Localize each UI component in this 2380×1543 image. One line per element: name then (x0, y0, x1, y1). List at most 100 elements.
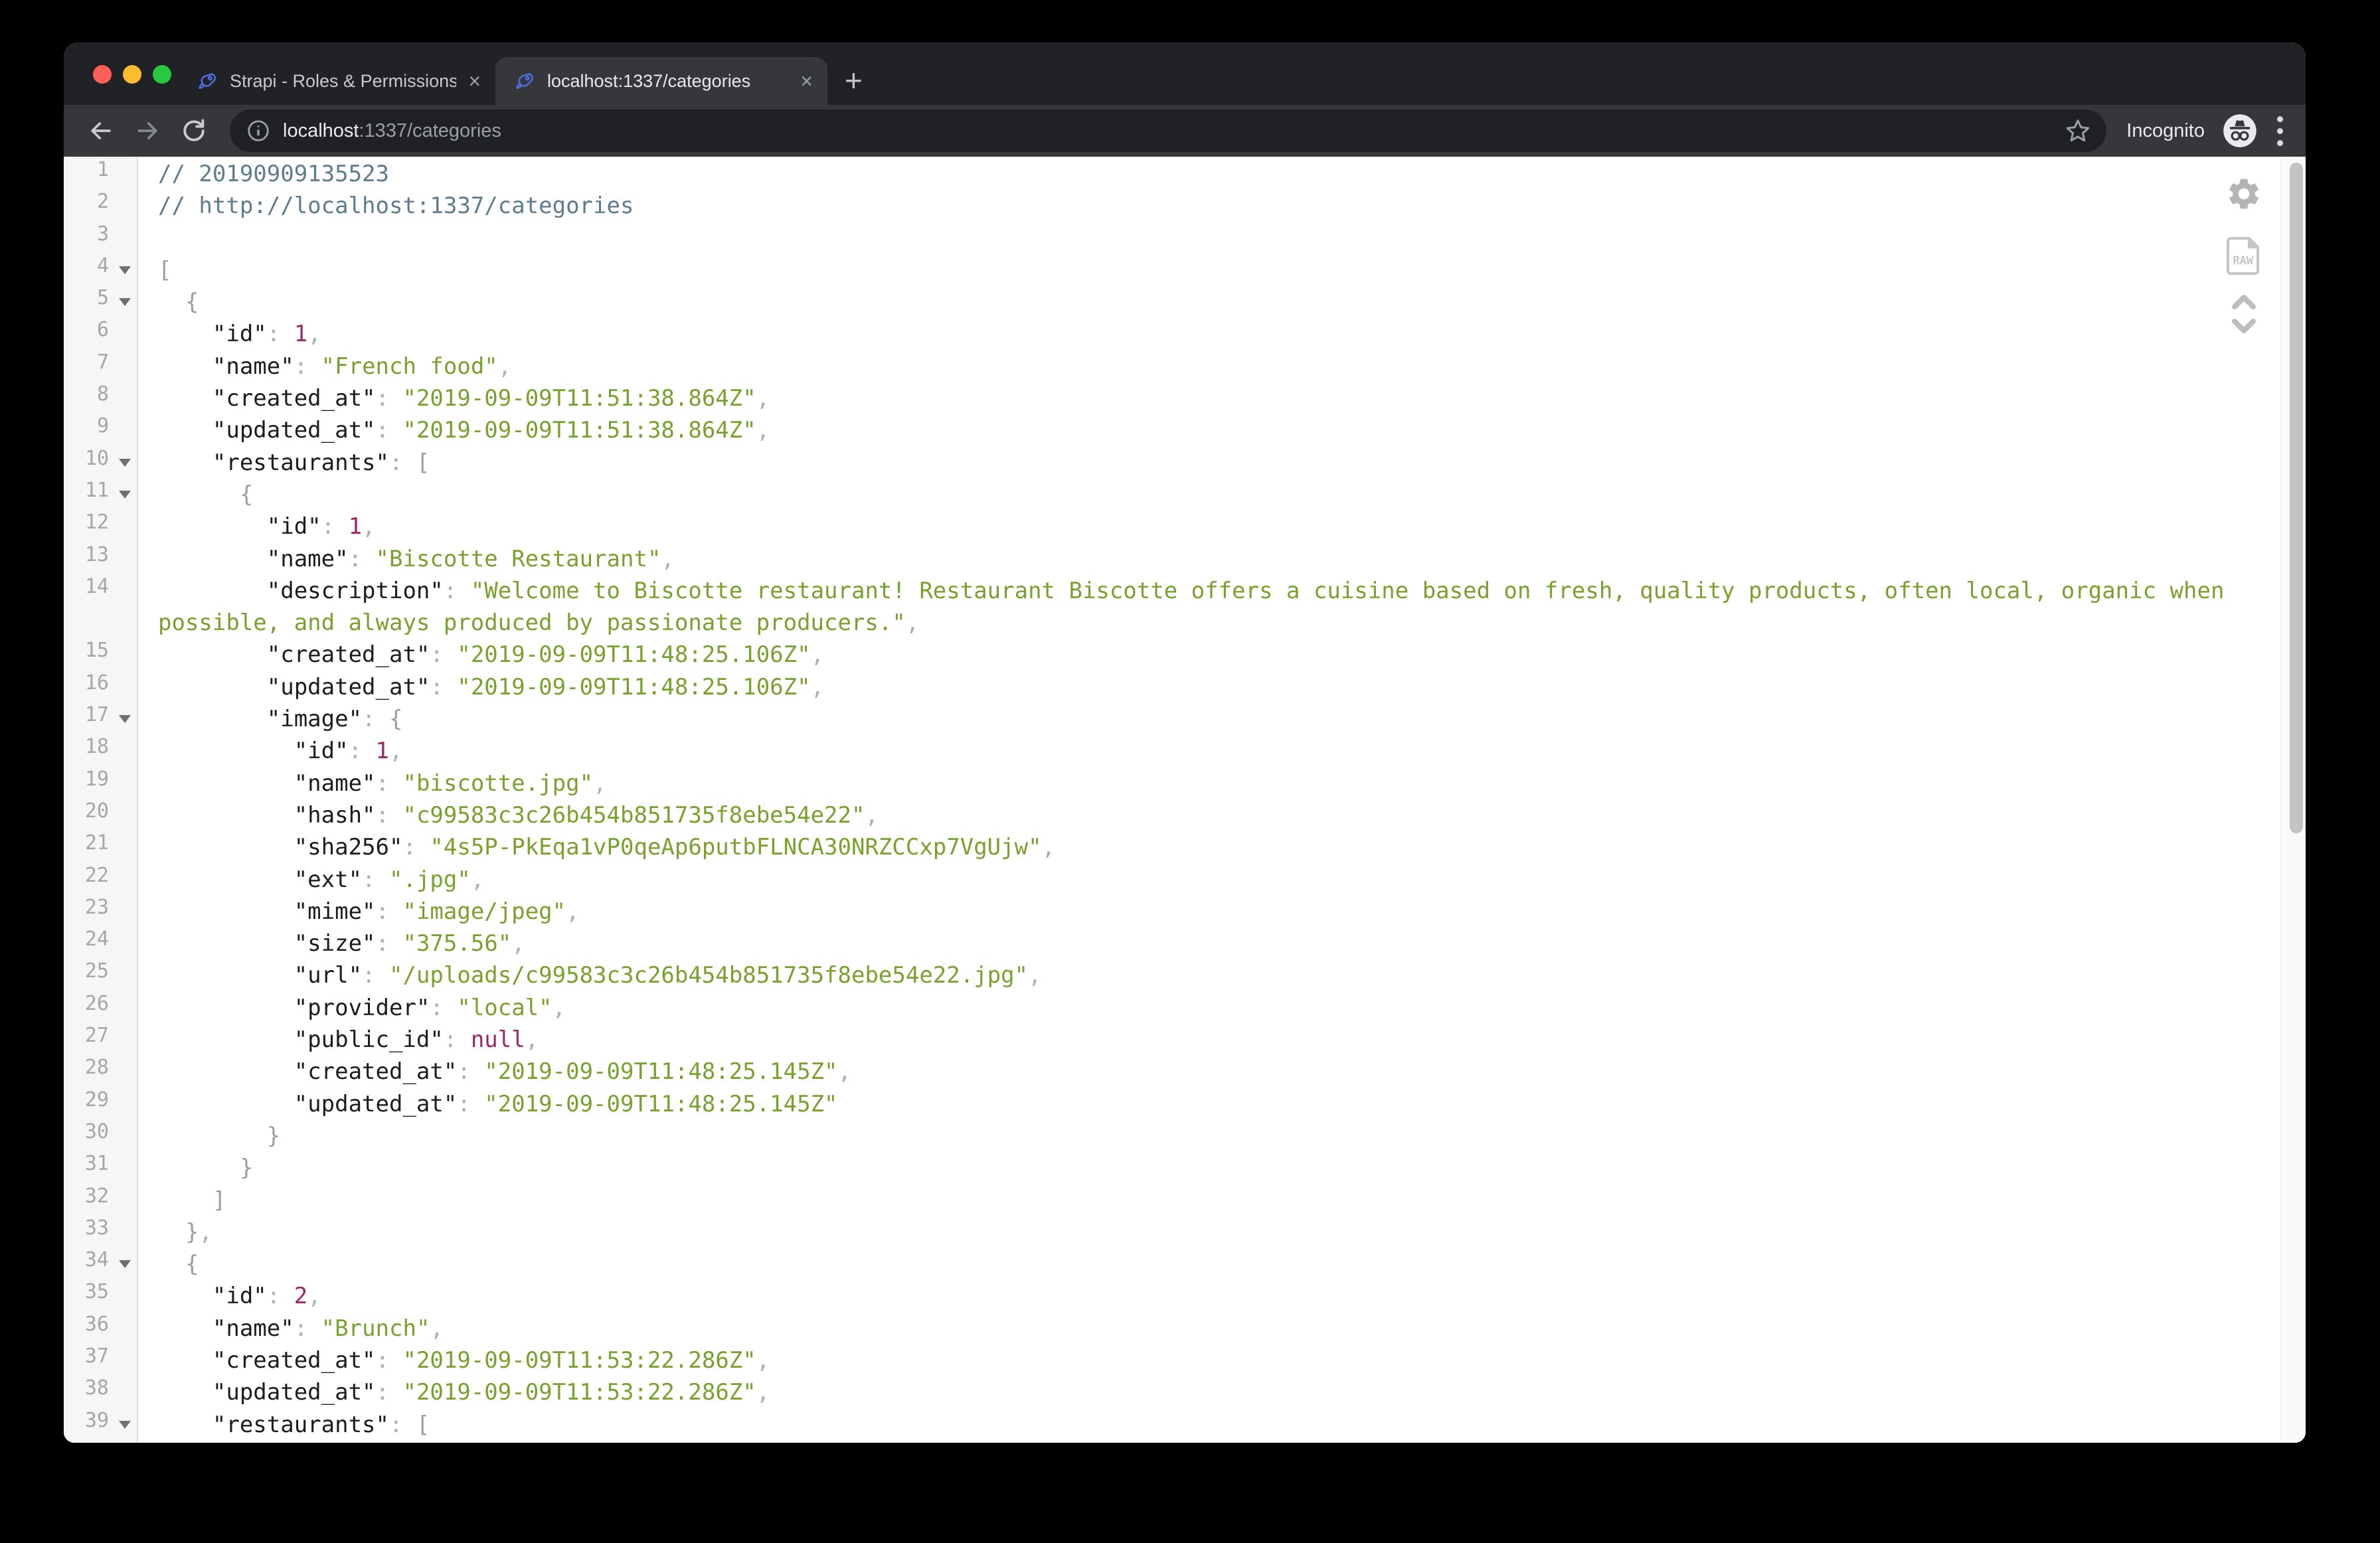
svg-text:RAW: RAW (2233, 254, 2253, 268)
close-window-button[interactable] (93, 65, 112, 84)
line-number: 26 (85, 992, 109, 1015)
code-line: }, (139, 1216, 212, 1248)
code-line: // 20190909135523 (139, 158, 389, 190)
line-number: 3 (97, 222, 109, 246)
browser-window: Strapi - Roles & Permissions × localhost… (64, 42, 2306, 1443)
collapse-toggle-icon[interactable] (119, 1260, 131, 1268)
reload-button[interactable] (175, 112, 212, 149)
line-number: 22 (85, 864, 109, 887)
json-row: 18 "id": 1, (64, 735, 2280, 767)
json-row: 20 "hash": "c99583c3c26b454b851735f8ebe5… (64, 799, 2280, 831)
new-tab-button[interactable]: + (845, 65, 863, 96)
code-line: { (139, 479, 253, 511)
json-row: 38 "updated_at": "2019-09-09T11:53:22.28… (64, 1376, 2280, 1408)
settings-gear-icon[interactable] (2225, 175, 2262, 212)
code-line: "id": 1, (139, 735, 403, 767)
tab-strapi-roles-permissions[interactable]: Strapi - Roles & Permissions × (178, 57, 495, 105)
collapse-toggle-icon[interactable] (119, 298, 131, 306)
json-viewer-tools: RAW (2225, 175, 2263, 335)
json-row: 6 "id": 1, (64, 318, 2280, 350)
line-number: 33 (85, 1216, 109, 1240)
code-line: [ (139, 254, 171, 286)
json-row: 28 "created_at": "2019-09-09T11:48:25.14… (64, 1056, 2280, 1088)
collapse-toggle-icon[interactable] (119, 1421, 131, 1429)
json-row: 19 "name": "biscotte.jpg", (64, 768, 2280, 799)
back-button[interactable] (82, 112, 120, 149)
code-line: // http://localhost:1337/categories (139, 190, 634, 222)
line-number: 11 (85, 479, 109, 502)
code-line: "created_at": "2019-09-09T11:51:38.864Z"… (139, 382, 770, 414)
address-bar[interactable]: localhost:1337/categories (230, 110, 2106, 152)
tab-close-icon[interactable]: × (468, 70, 481, 92)
json-row: 10 "restaurants": [ (64, 447, 2280, 479)
line-number: 16 (85, 671, 109, 694)
line-number: 39 (85, 1409, 109, 1432)
json-row: 31 } (64, 1152, 2280, 1184)
browser-menu-button[interactable] (2276, 116, 2283, 146)
bookmark-star-icon[interactable] (2064, 117, 2092, 145)
line-number: 40 (85, 1441, 109, 1443)
collapse-toggle-icon[interactable] (119, 491, 131, 499)
line-number: 2 (97, 190, 109, 213)
json-row: 32 ] (64, 1184, 2280, 1216)
code-line: "name": "French food", (139, 351, 511, 382)
code-line: "id": 1, (139, 318, 321, 350)
json-row: 1 // 20190909135523 (64, 158, 2280, 190)
scrollbar-track[interactable] (2280, 157, 2306, 1443)
code-line: "url": "/uploads/c99583c3c26b454b851735f… (139, 959, 1042, 991)
line-number: 32 (85, 1184, 109, 1208)
tab-localhost-categories[interactable]: localhost:1337/categories × (495, 57, 827, 105)
code-line: "id": 1, (139, 511, 376, 542)
url-text[interactable]: localhost:1337/categories (283, 120, 2064, 142)
code-line: "public_id": null, (139, 1024, 539, 1056)
line-number: 10 (85, 447, 109, 470)
forward-button[interactable] (129, 112, 166, 149)
json-row: 23 "mime": "image/jpeg", (64, 896, 2280, 928)
line-number: 13 (85, 543, 109, 566)
minimize-window-button[interactable] (123, 65, 141, 84)
json-row: 3 (64, 222, 2280, 254)
code-line: "name": "biscotte.jpg", (139, 768, 607, 799)
scrollbar-thumb[interactable] (2290, 163, 2303, 833)
code-line: "ext": ".jpg", (139, 864, 484, 896)
json-row: 30 } (64, 1120, 2280, 1152)
zoom-window-button[interactable] (153, 65, 171, 84)
json-row: 37 "created_at": "2019-09-09T11:53:22.28… (64, 1344, 2280, 1376)
collapse-toggle-icon[interactable] (119, 266, 131, 274)
url-path: :1337/categories (359, 120, 501, 141)
line-number: 30 (85, 1120, 109, 1143)
line-number: 18 (85, 735, 109, 758)
line-number: 37 (85, 1344, 109, 1368)
code-line: "size": "375.56", (139, 928, 525, 959)
line-number: 20 (85, 799, 109, 823)
line-number: 8 (97, 382, 109, 406)
line-number: 1 (97, 158, 109, 181)
line-number: 24 (85, 928, 109, 951)
json-row: possible, and always produced by passion… (64, 607, 2280, 639)
line-number: 29 (85, 1088, 109, 1111)
json-row: 7 "name": "French food", (64, 351, 2280, 382)
json-row: 39 "restaurants": [ (64, 1409, 2280, 1441)
line-number: 9 (97, 414, 109, 438)
code-line: "restaurants": [ (139, 447, 430, 479)
line-number: 17 (85, 703, 109, 726)
collapse-toggle-icon[interactable] (119, 715, 131, 723)
raw-document-icon[interactable]: RAW (2227, 235, 2261, 276)
incognito-label: Incognito (2126, 120, 2205, 142)
chevron-down-icon[interactable] (2231, 317, 2257, 335)
collapse-toggle-icon[interactable] (119, 459, 131, 467)
json-row: 12 "id": 1, (64, 511, 2280, 542)
json-row: 24 "size": "375.56", (64, 928, 2280, 959)
page-content: 1 // 20190909135523 2 // http://localhost:1… (64, 157, 2306, 1443)
info-icon[interactable] (246, 118, 271, 143)
chevron-up-icon[interactable] (2231, 293, 2257, 311)
tab-title: localhost:1337/categories (547, 71, 788, 92)
back-icon (86, 116, 116, 145)
tab-close-icon[interactable]: × (800, 70, 813, 92)
line-number: 34 (85, 1248, 109, 1271)
line-number: 12 (85, 511, 109, 534)
json-row: 14 "description": "Welcome to Biscotte r… (64, 575, 2280, 607)
url-host: localhost (283, 120, 359, 141)
json-row: 34 { (64, 1248, 2280, 1280)
code-line: "id": 2, (139, 1280, 321, 1312)
